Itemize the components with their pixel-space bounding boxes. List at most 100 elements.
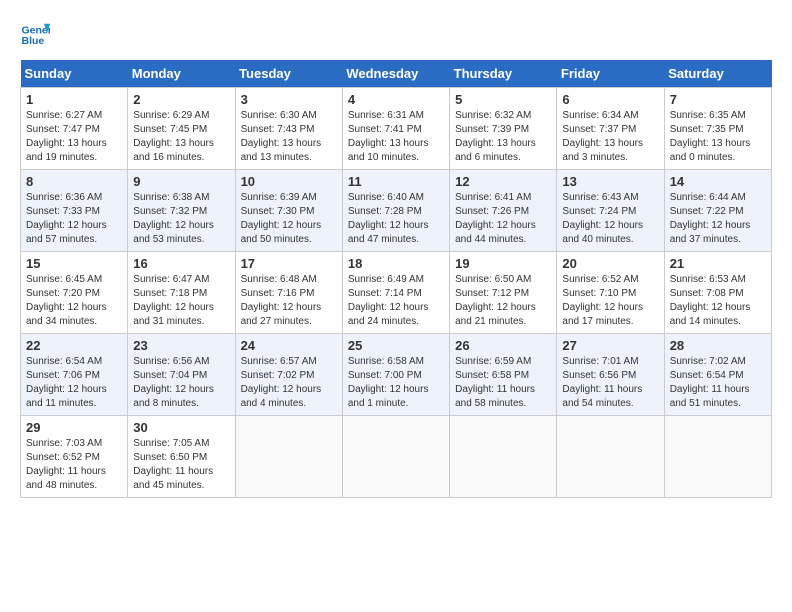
weekday-header-monday: Monday xyxy=(128,60,235,88)
weekday-header-wednesday: Wednesday xyxy=(342,60,449,88)
day-number: 20 xyxy=(562,256,658,271)
weekday-header-tuesday: Tuesday xyxy=(235,60,342,88)
calendar-cell: 2 Sunrise: 6:29 AMSunset: 7:45 PMDayligh… xyxy=(128,88,235,170)
calendar-cell: 10 Sunrise: 6:39 AMSunset: 7:30 PMDaylig… xyxy=(235,170,342,252)
day-number: 9 xyxy=(133,174,229,189)
day-number: 15 xyxy=(26,256,122,271)
calendar-cell: 24 Sunrise: 6:57 AMSunset: 7:02 PMDaylig… xyxy=(235,334,342,416)
day-info: Sunrise: 6:47 AMSunset: 7:18 PMDaylight:… xyxy=(133,273,229,329)
day-number: 23 xyxy=(133,338,229,353)
day-info: Sunrise: 6:38 AMSunset: 7:32 PMDaylight:… xyxy=(133,191,229,247)
day-info: Sunrise: 6:58 AMSunset: 7:00 PMDaylight:… xyxy=(348,355,444,411)
page-header: General Blue xyxy=(20,20,772,50)
day-info: Sunrise: 7:05 AMSunset: 6:50 PMDaylight:… xyxy=(133,437,229,493)
day-number: 7 xyxy=(670,92,766,107)
day-number: 30 xyxy=(133,420,229,435)
calendar-cell: 6 Sunrise: 6:34 AMSunset: 7:37 PMDayligh… xyxy=(557,88,664,170)
day-number: 25 xyxy=(348,338,444,353)
day-number: 17 xyxy=(241,256,337,271)
calendar-cell: 27 Sunrise: 7:01 AMSunset: 6:56 PMDaylig… xyxy=(557,334,664,416)
day-number: 1 xyxy=(26,92,122,107)
day-number: 10 xyxy=(241,174,337,189)
calendar-cell: 19 Sunrise: 6:50 AMSunset: 7:12 PMDaylig… xyxy=(450,252,557,334)
logo-icon: General Blue xyxy=(20,20,50,50)
day-number: 16 xyxy=(133,256,229,271)
day-number: 27 xyxy=(562,338,658,353)
day-number: 22 xyxy=(26,338,122,353)
calendar-week-5: 29 Sunrise: 7:03 AMSunset: 6:52 PMDaylig… xyxy=(21,416,772,498)
day-info: Sunrise: 6:45 AMSunset: 7:20 PMDaylight:… xyxy=(26,273,122,329)
day-info: Sunrise: 6:48 AMSunset: 7:16 PMDaylight:… xyxy=(241,273,337,329)
day-number: 4 xyxy=(348,92,444,107)
calendar-cell: 25 Sunrise: 6:58 AMSunset: 7:00 PMDaylig… xyxy=(342,334,449,416)
day-number: 18 xyxy=(348,256,444,271)
day-info: Sunrise: 6:59 AMSunset: 6:58 PMDaylight:… xyxy=(455,355,551,411)
calendar-week-1: 1 Sunrise: 6:27 AMSunset: 7:47 PMDayligh… xyxy=(21,88,772,170)
calendar-cell xyxy=(342,416,449,498)
day-number: 8 xyxy=(26,174,122,189)
day-info: Sunrise: 6:31 AMSunset: 7:41 PMDaylight:… xyxy=(348,109,444,165)
day-info: Sunrise: 6:54 AMSunset: 7:06 PMDaylight:… xyxy=(26,355,122,411)
day-number: 11 xyxy=(348,174,444,189)
day-info: Sunrise: 6:53 AMSunset: 7:08 PMDaylight:… xyxy=(670,273,766,329)
weekday-header-row: SundayMondayTuesdayWednesdayThursdayFrid… xyxy=(21,60,772,88)
day-info: Sunrise: 6:43 AMSunset: 7:24 PMDaylight:… xyxy=(562,191,658,247)
calendar-cell: 12 Sunrise: 6:41 AMSunset: 7:26 PMDaylig… xyxy=(450,170,557,252)
day-info: Sunrise: 6:30 AMSunset: 7:43 PMDaylight:… xyxy=(241,109,337,165)
logo: General Blue xyxy=(20,20,50,50)
calendar-week-2: 8 Sunrise: 6:36 AMSunset: 7:33 PMDayligh… xyxy=(21,170,772,252)
day-info: Sunrise: 6:40 AMSunset: 7:28 PMDaylight:… xyxy=(348,191,444,247)
calendar-week-3: 15 Sunrise: 6:45 AMSunset: 7:20 PMDaylig… xyxy=(21,252,772,334)
calendar-cell: 11 Sunrise: 6:40 AMSunset: 7:28 PMDaylig… xyxy=(342,170,449,252)
day-number: 28 xyxy=(670,338,766,353)
weekday-header-thursday: Thursday xyxy=(450,60,557,88)
calendar-cell: 18 Sunrise: 6:49 AMSunset: 7:14 PMDaylig… xyxy=(342,252,449,334)
day-number: 19 xyxy=(455,256,551,271)
day-info: Sunrise: 6:44 AMSunset: 7:22 PMDaylight:… xyxy=(670,191,766,247)
day-number: 13 xyxy=(562,174,658,189)
calendar-cell: 29 Sunrise: 7:03 AMSunset: 6:52 PMDaylig… xyxy=(21,416,128,498)
calendar-cell: 7 Sunrise: 6:35 AMSunset: 7:35 PMDayligh… xyxy=(664,88,771,170)
day-info: Sunrise: 6:57 AMSunset: 7:02 PMDaylight:… xyxy=(241,355,337,411)
calendar-cell: 20 Sunrise: 6:52 AMSunset: 7:10 PMDaylig… xyxy=(557,252,664,334)
day-info: Sunrise: 6:35 AMSunset: 7:35 PMDaylight:… xyxy=(670,109,766,165)
day-info: Sunrise: 6:39 AMSunset: 7:30 PMDaylight:… xyxy=(241,191,337,247)
calendar-cell: 13 Sunrise: 6:43 AMSunset: 7:24 PMDaylig… xyxy=(557,170,664,252)
day-info: Sunrise: 6:32 AMSunset: 7:39 PMDaylight:… xyxy=(455,109,551,165)
day-info: Sunrise: 7:01 AMSunset: 6:56 PMDaylight:… xyxy=(562,355,658,411)
day-info: Sunrise: 6:52 AMSunset: 7:10 PMDaylight:… xyxy=(562,273,658,329)
day-info: Sunrise: 6:36 AMSunset: 7:33 PMDaylight:… xyxy=(26,191,122,247)
day-number: 24 xyxy=(241,338,337,353)
calendar-cell: 16 Sunrise: 6:47 AMSunset: 7:18 PMDaylig… xyxy=(128,252,235,334)
calendar-cell: 21 Sunrise: 6:53 AMSunset: 7:08 PMDaylig… xyxy=(664,252,771,334)
day-info: Sunrise: 7:03 AMSunset: 6:52 PMDaylight:… xyxy=(26,437,122,493)
day-info: Sunrise: 6:27 AMSunset: 7:47 PMDaylight:… xyxy=(26,109,122,165)
calendar-cell: 4 Sunrise: 6:31 AMSunset: 7:41 PMDayligh… xyxy=(342,88,449,170)
day-info: Sunrise: 6:29 AMSunset: 7:45 PMDaylight:… xyxy=(133,109,229,165)
calendar-table: SundayMondayTuesdayWednesdayThursdayFrid… xyxy=(20,60,772,498)
calendar-cell: 26 Sunrise: 6:59 AMSunset: 6:58 PMDaylig… xyxy=(450,334,557,416)
calendar-cell xyxy=(664,416,771,498)
calendar-cell: 28 Sunrise: 7:02 AMSunset: 6:54 PMDaylig… xyxy=(664,334,771,416)
calendar-cell: 15 Sunrise: 6:45 AMSunset: 7:20 PMDaylig… xyxy=(21,252,128,334)
day-number: 12 xyxy=(455,174,551,189)
calendar-cell xyxy=(557,416,664,498)
weekday-header-sunday: Sunday xyxy=(21,60,128,88)
calendar-cell: 3 Sunrise: 6:30 AMSunset: 7:43 PMDayligh… xyxy=(235,88,342,170)
day-info: Sunrise: 7:02 AMSunset: 6:54 PMDaylight:… xyxy=(670,355,766,411)
weekday-header-friday: Friday xyxy=(557,60,664,88)
calendar-cell: 22 Sunrise: 6:54 AMSunset: 7:06 PMDaylig… xyxy=(21,334,128,416)
day-info: Sunrise: 6:41 AMSunset: 7:26 PMDaylight:… xyxy=(455,191,551,247)
calendar-cell: 17 Sunrise: 6:48 AMSunset: 7:16 PMDaylig… xyxy=(235,252,342,334)
day-number: 2 xyxy=(133,92,229,107)
day-number: 14 xyxy=(670,174,766,189)
day-number: 26 xyxy=(455,338,551,353)
day-number: 5 xyxy=(455,92,551,107)
day-number: 29 xyxy=(26,420,122,435)
day-number: 3 xyxy=(241,92,337,107)
calendar-cell xyxy=(450,416,557,498)
svg-text:Blue: Blue xyxy=(22,35,45,47)
day-info: Sunrise: 6:34 AMSunset: 7:37 PMDaylight:… xyxy=(562,109,658,165)
calendar-cell: 1 Sunrise: 6:27 AMSunset: 7:47 PMDayligh… xyxy=(21,88,128,170)
calendar-cell: 14 Sunrise: 6:44 AMSunset: 7:22 PMDaylig… xyxy=(664,170,771,252)
